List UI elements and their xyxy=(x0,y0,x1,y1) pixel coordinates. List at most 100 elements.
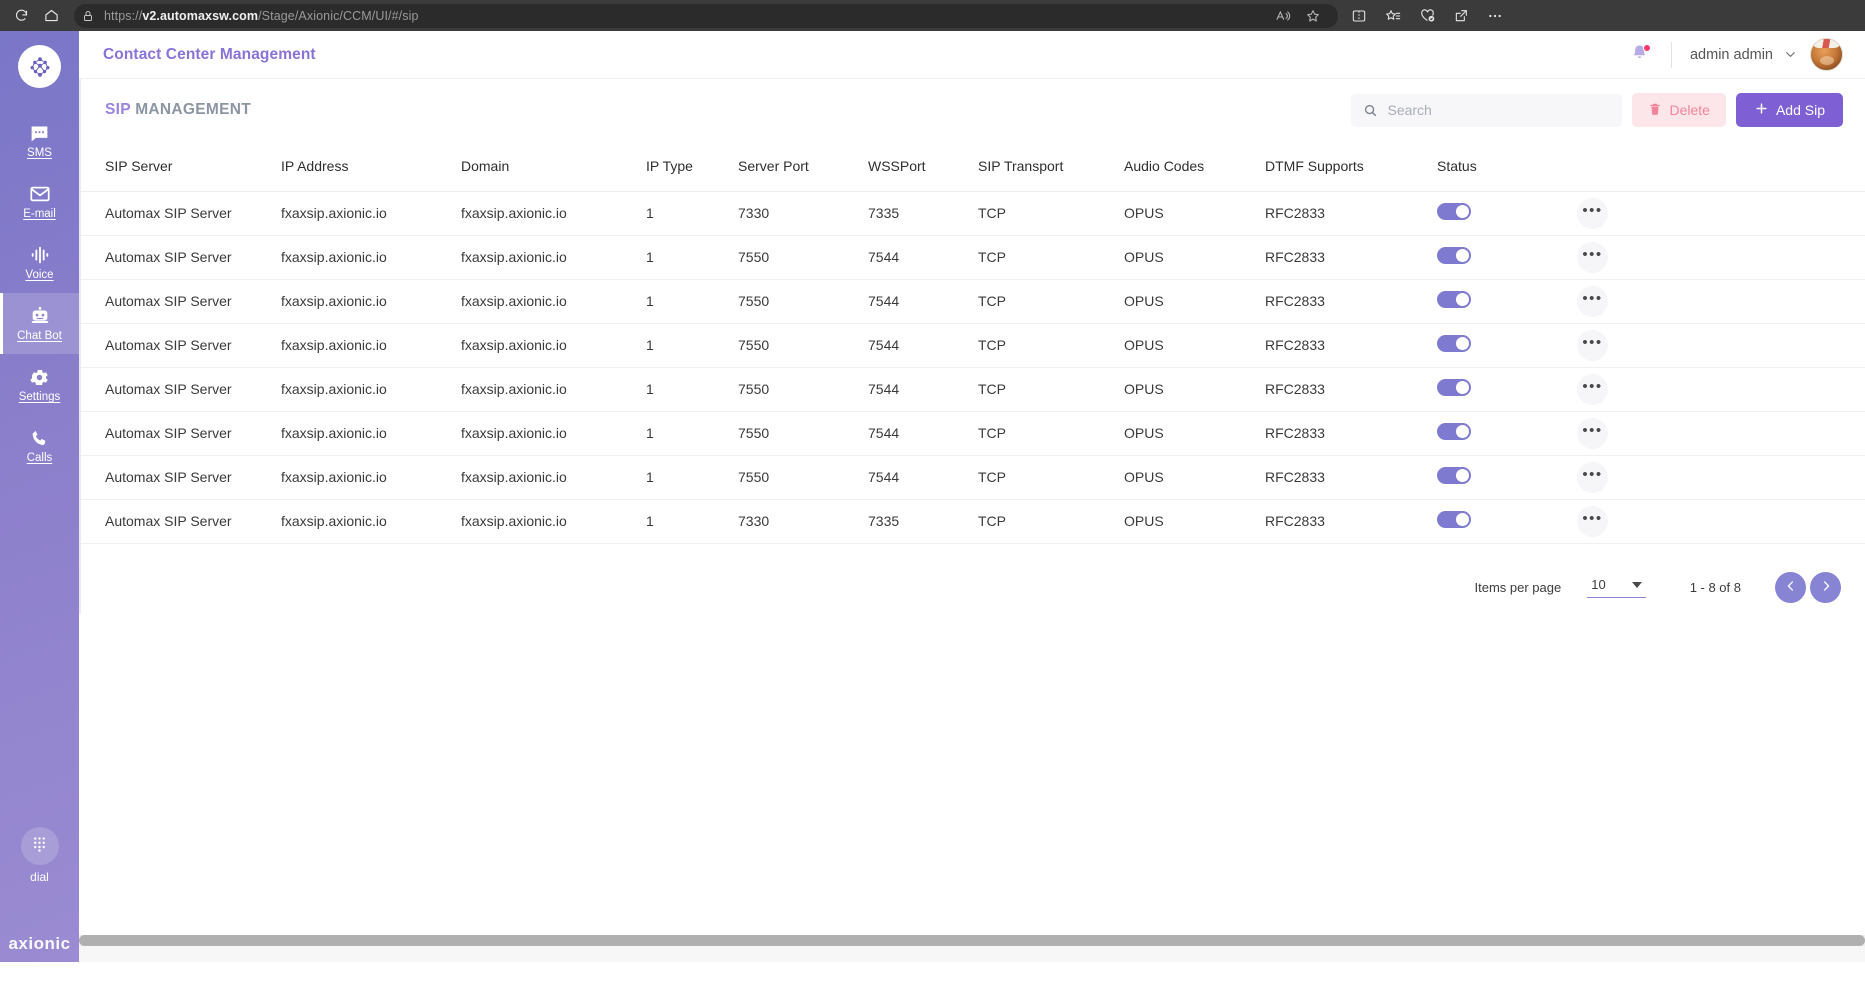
table-row[interactable]: Automax SIP Server fxaxsip.axionic.io fxax… xyxy=(81,323,1865,368)
row-menu-button[interactable]: ••• xyxy=(1577,373,1608,405)
section-title-plain: MANAGEMENT xyxy=(135,101,252,118)
column-header-server-port[interactable]: Server Port xyxy=(738,141,868,192)
column-header-domain[interactable]: Domain xyxy=(461,141,646,192)
row-menu-button[interactable]: ••• xyxy=(1577,285,1608,317)
browser-right-tools xyxy=(1342,3,1512,29)
sip-management-page: SIP MANAGEMENT Search Delete Add Sip SIP… xyxy=(79,79,1865,962)
sidebar-item-sms[interactable]: SMS xyxy=(0,110,79,171)
row-menu-button[interactable]: ••• xyxy=(1577,197,1608,229)
notifications-button[interactable] xyxy=(1623,38,1657,72)
axionic-logo-icon[interactable] xyxy=(18,45,61,88)
cell-sip-transport: TCP xyxy=(978,279,1124,324)
star-icon[interactable] xyxy=(1298,3,1328,29)
chevron-down-icon[interactable] xyxy=(1783,47,1798,62)
address-bar[interactable]: https://v2.automaxsw.com/Stage/Axionic/C… xyxy=(74,3,1338,29)
share-icon[interactable] xyxy=(1444,3,1478,29)
row-menu-button[interactable]: ••• xyxy=(1577,329,1608,361)
sidebar-item-voice[interactable]: Voice xyxy=(0,232,79,293)
sidebar-item-chat-bot[interactable]: Chat Bot xyxy=(0,293,79,354)
row-menu-button[interactable]: ••• xyxy=(1577,461,1608,493)
status-toggle[interactable] xyxy=(1437,203,1471,220)
sidebar-item-email[interactable]: E-mail xyxy=(0,171,79,232)
search-input[interactable] xyxy=(1387,102,1611,118)
row-menu-button[interactable]: ••• xyxy=(1577,505,1608,537)
voice-waveform-icon xyxy=(29,244,51,266)
cell-audio-codes: OPUS xyxy=(1124,411,1265,456)
sidebar-item-label: SMS xyxy=(27,147,52,159)
cell-ip-type: 1 xyxy=(646,411,738,456)
cell-wssport: 7544 xyxy=(868,411,978,456)
table-row[interactable]: Automax SIP Server fxaxsip.axionic.io fxax… xyxy=(81,235,1865,280)
section-title: SIP MANAGEMENT xyxy=(105,101,251,119)
url-host: v2.automaxsw.com xyxy=(142,8,259,23)
status-toggle[interactable] xyxy=(1437,379,1471,396)
page-size-select[interactable]: 10 xyxy=(1587,577,1646,598)
table-row[interactable]: Automax SIP Server fxaxsip.axionic.io fxax… xyxy=(81,455,1865,500)
cell-status xyxy=(1437,367,1577,412)
collections-icon[interactable] xyxy=(1410,3,1444,29)
status-toggle[interactable] xyxy=(1437,511,1471,528)
lock-icon xyxy=(82,10,94,22)
table-row[interactable]: Automax SIP Server fxaxsip.axionic.io fxax… xyxy=(81,411,1865,456)
table-row[interactable]: Automax SIP Server fxaxsip.axionic.io fxax… xyxy=(81,367,1865,412)
url-scheme: https:// xyxy=(104,8,143,23)
column-header-audio-codes[interactable]: Audio Codes xyxy=(1124,141,1265,192)
next-page-button[interactable] xyxy=(1810,572,1841,603)
cell-dtmf-supports: RFC2833 xyxy=(1265,191,1437,236)
home-icon[interactable] xyxy=(36,3,66,29)
page-title: Contact Center Management xyxy=(103,45,316,63)
status-toggle[interactable] xyxy=(1437,423,1471,440)
refresh-icon[interactable] xyxy=(6,3,36,29)
column-header-wssport[interactable]: WSSPort xyxy=(868,141,978,192)
cell-wssport: 7544 xyxy=(868,323,978,368)
column-header-status[interactable]: Status xyxy=(1437,141,1577,192)
column-header-ip-address[interactable]: IP Address xyxy=(281,141,461,192)
sidebar-item-label: E-mail xyxy=(23,208,56,220)
table-row[interactable]: Automax SIP Server fxaxsip.axionic.io fxax… xyxy=(81,499,1865,544)
gear-icon xyxy=(29,366,50,388)
cell-dtmf-supports: RFC2833 xyxy=(1265,235,1437,280)
avatar[interactable] xyxy=(1810,38,1843,71)
column-header-dtmf-supports[interactable]: DTMF Supports xyxy=(1265,141,1437,192)
column-header-sip-transport[interactable]: SIP Transport xyxy=(978,141,1124,192)
search-icon xyxy=(1363,103,1378,118)
split-screen-icon[interactable] xyxy=(1342,3,1376,29)
cell-actions: ••• xyxy=(1577,455,1865,500)
horizontal-scrollbar[interactable] xyxy=(79,935,1865,946)
table-row[interactable]: Automax SIP Server fxaxsip.axionic.io fxax… xyxy=(81,191,1865,236)
dial-button[interactable] xyxy=(20,827,59,865)
cell-dtmf-supports: RFC2833 xyxy=(1265,411,1437,456)
notification-badge xyxy=(1642,43,1651,52)
robot-icon xyxy=(29,305,51,327)
chevron-right-icon xyxy=(1819,579,1833,596)
sms-icon xyxy=(29,122,50,144)
cell-ip-address: fxaxsip.axionic.io xyxy=(281,235,461,280)
search-box[interactable] xyxy=(1351,93,1623,127)
status-toggle[interactable] xyxy=(1437,291,1471,308)
cell-wssport: 7544 xyxy=(868,455,978,500)
row-menu-button[interactable]: ••• xyxy=(1577,241,1608,273)
delete-button[interactable]: Delete xyxy=(1632,93,1726,127)
section-title-accent: SIP xyxy=(105,101,131,118)
sidebar-item-settings[interactable]: Settings xyxy=(0,354,79,415)
cell-actions: ••• xyxy=(1577,235,1865,280)
cell-server-port: 7550 xyxy=(738,235,868,280)
url-text: https://v2.automaxsw.com/Stage/Axionic/C… xyxy=(104,9,419,23)
column-header-sip-server[interactable]: SIP Server xyxy=(81,141,281,192)
table-row[interactable]: Automax SIP Server fxaxsip.axionic.io fxax… xyxy=(81,279,1865,324)
read-aloud-icon[interactable] xyxy=(1268,3,1298,29)
scrollbar-thumb[interactable] xyxy=(79,935,1865,946)
sidebar-item-calls[interactable]: Calls xyxy=(0,415,79,476)
row-menu-button[interactable]: ••• xyxy=(1577,417,1608,449)
trash-icon xyxy=(1648,102,1662,119)
favorites-list-icon[interactable] xyxy=(1376,3,1410,29)
cell-ip-address: fxaxsip.axionic.io xyxy=(281,455,461,500)
previous-page-button[interactable] xyxy=(1775,572,1806,603)
column-header-ip-type[interactable]: IP Type xyxy=(646,141,738,192)
ellipsis-icon[interactable] xyxy=(1478,3,1512,29)
cell-sip-transport: TCP xyxy=(978,367,1124,412)
status-toggle[interactable] xyxy=(1437,467,1471,484)
status-toggle[interactable] xyxy=(1437,335,1471,352)
add-sip-button[interactable]: Add Sip xyxy=(1735,93,1843,127)
status-toggle[interactable] xyxy=(1437,247,1471,264)
